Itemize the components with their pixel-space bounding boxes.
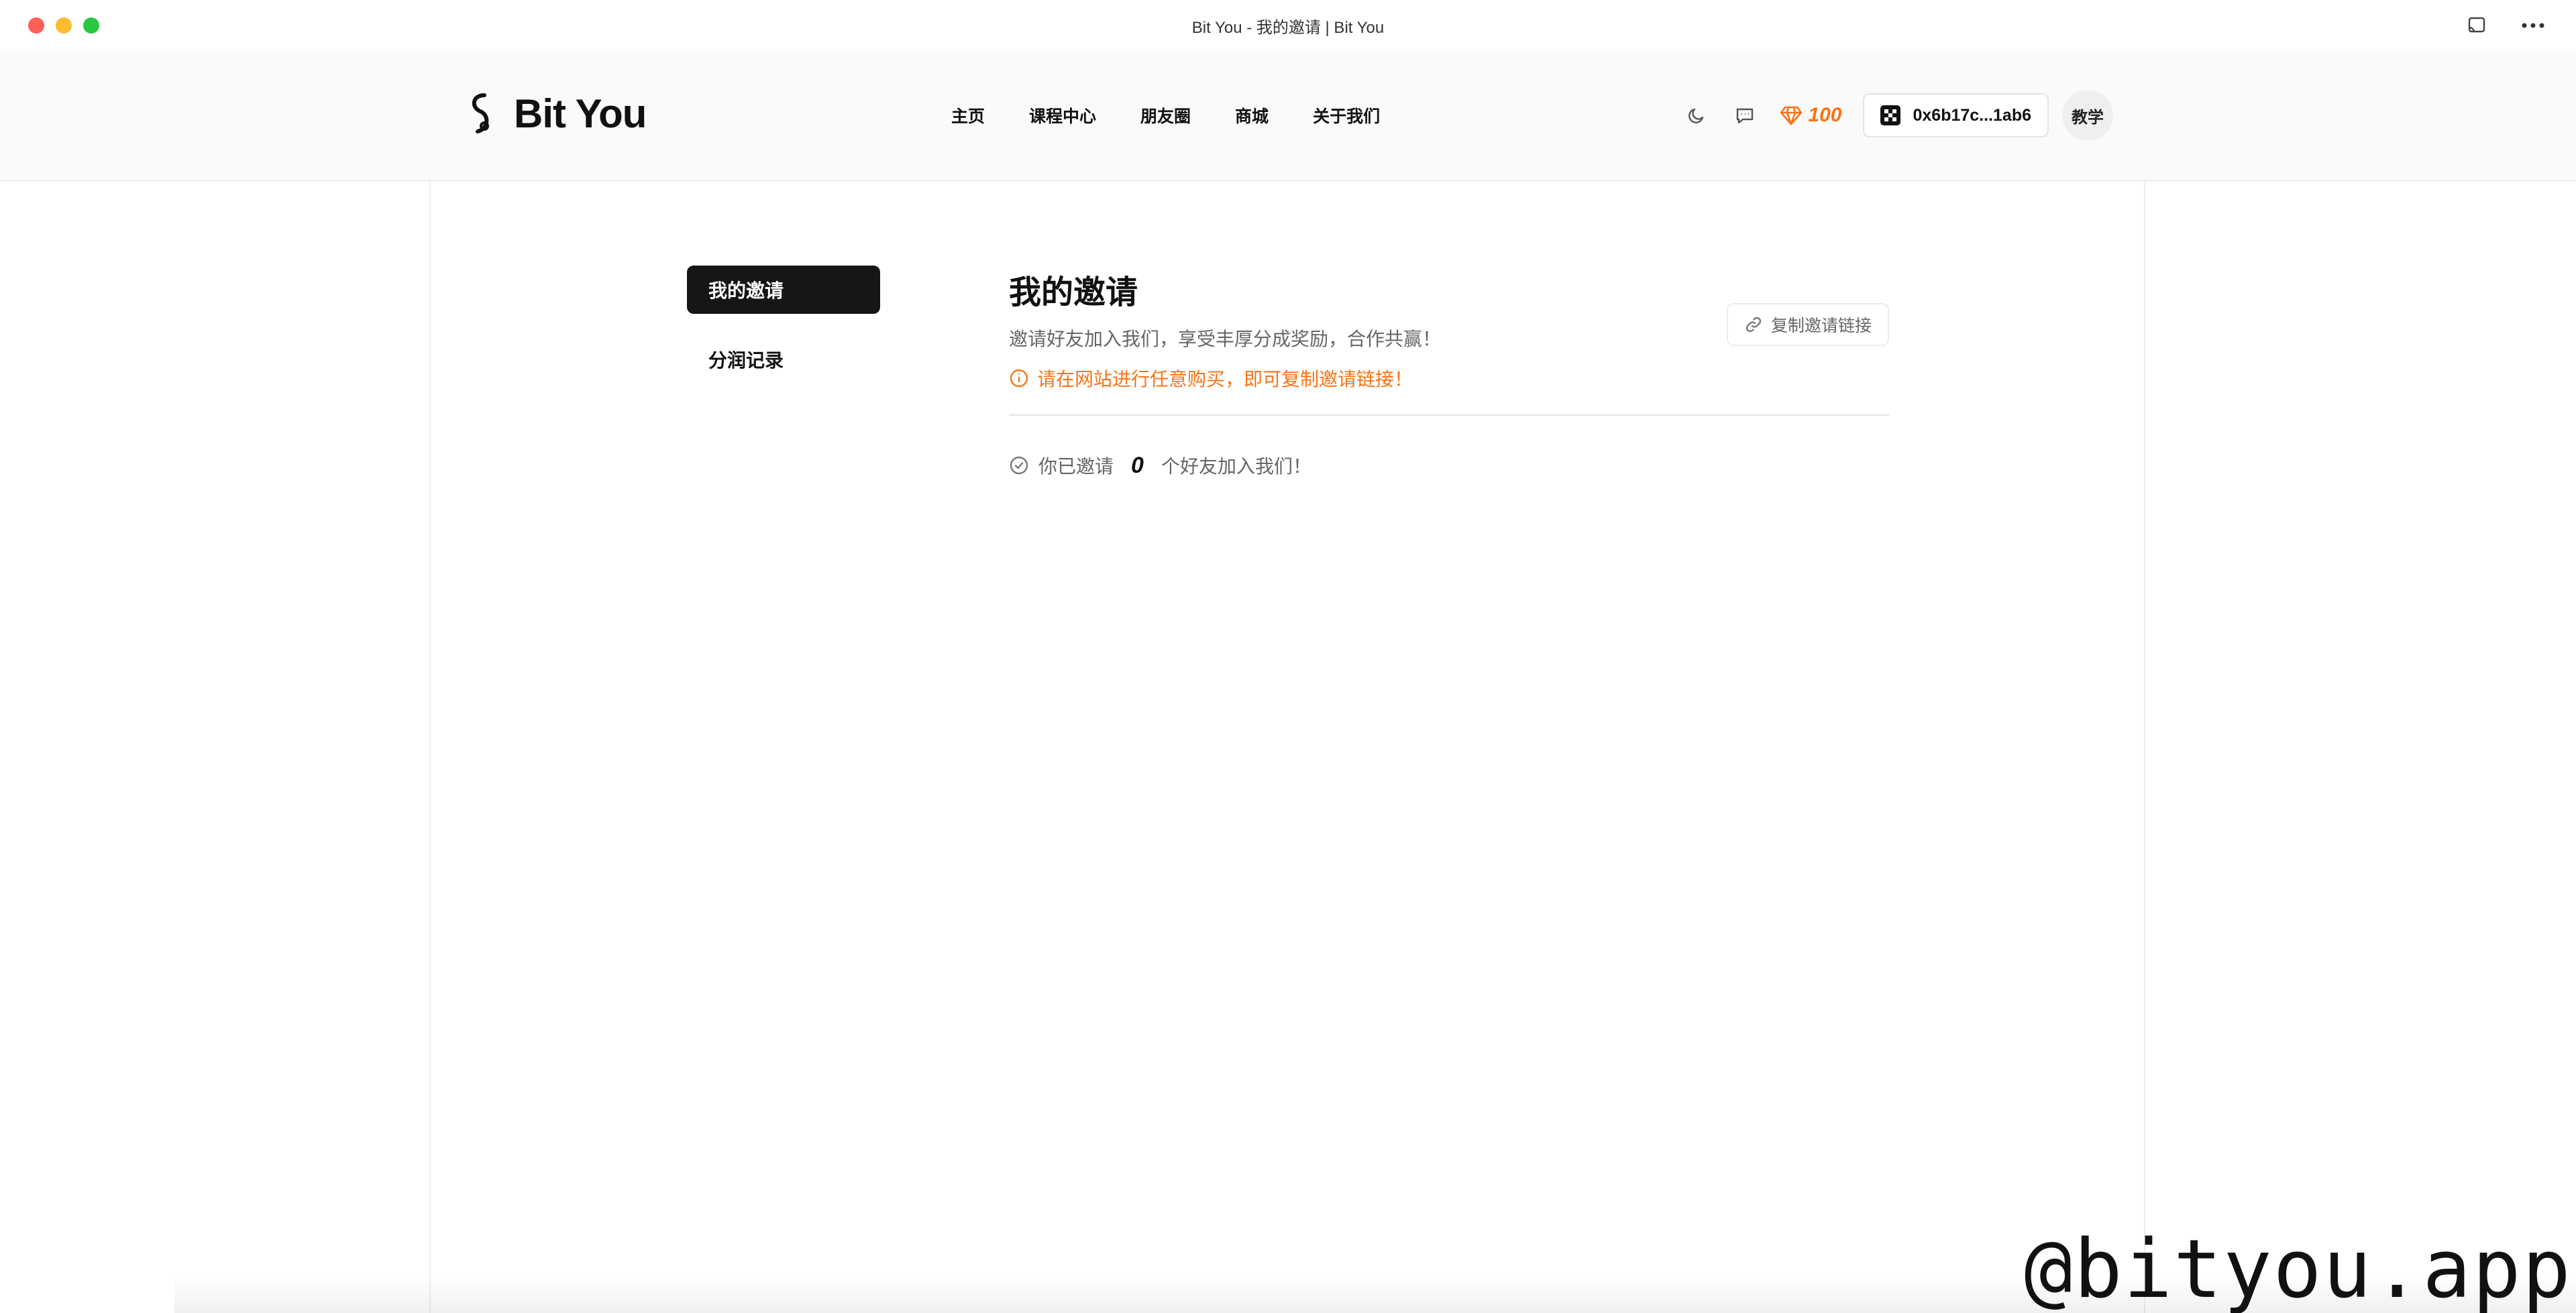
window-title: Bit You - 我的邀请 | Bit You	[1191, 18, 1385, 37]
minimize-window-button[interactable]	[56, 17, 72, 34]
sidebar-item-profit-records[interactable]: 分润记录	[687, 335, 880, 384]
invite-count-prefix: 你已邀请	[1038, 456, 1114, 477]
link-icon	[1746, 317, 1762, 333]
wallet-address: 0x6b17c...1ab6	[1913, 105, 2031, 125]
window-titlebar: Bit You - 我的邀请 | Bit You	[0, 0, 2576, 51]
invite-count-suffix: 个好友加入我们！	[1161, 456, 1311, 477]
more-options-icon[interactable]	[2521, 13, 2545, 38]
gem-count: 100	[1808, 104, 1842, 126]
content-border-left	[429, 181, 431, 1313]
site-header: Bit You 主页 课程中心 朋友圈 商城 关于我们 100 0x6b17c.…	[0, 51, 2576, 181]
header-actions: 100 0x6b17c...1ab6 教学	[1683, 90, 2113, 141]
copy-invite-link-label: 复制邀请链接	[1770, 317, 1872, 335]
main-content: 我的邀请 邀请好友加入我们，享受丰厚分成奖励，合作共赢！ 请在网站进行任意购买，…	[1009, 266, 1889, 478]
nav-shop[interactable]: 商城	[1235, 103, 1269, 127]
wallet-button[interactable]: 0x6b17c...1ab6	[1863, 93, 2049, 137]
gem-balance[interactable]: 100	[1780, 104, 1841, 127]
nav-about[interactable]: 关于我们	[1313, 103, 1380, 127]
message-icon[interactable]	[1731, 102, 1758, 129]
close-window-button[interactable]	[28, 17, 44, 34]
window-controls	[28, 17, 99, 34]
maximize-window-button[interactable]	[83, 17, 99, 34]
invite-count-value: 0	[1131, 452, 1144, 478]
info-icon	[1010, 369, 1028, 388]
gem-icon	[1780, 106, 1803, 125]
nav-home[interactable]: 主页	[951, 103, 985, 127]
check-circle-icon	[1010, 456, 1028, 475]
section-divider	[1009, 414, 1889, 416]
sidebar: 我的邀请 分润记录	[687, 266, 880, 405]
brand-name: Bit You	[514, 91, 647, 136]
nav-moments[interactable]: 朋友圈	[1140, 103, 1191, 127]
purchase-warning-text: 请在网站进行任意购买，即可复制邀请链接！	[1037, 369, 1413, 390]
content-border-right	[2144, 181, 2145, 1313]
wallet-logo-icon	[1880, 105, 1901, 125]
copy-invite-link-button[interactable]: 复制邀请链接	[1726, 303, 1889, 346]
main-nav: 主页 课程中心 朋友圈 商城 关于我们	[951, 103, 1424, 127]
nav-courses[interactable]: 课程中心	[1029, 103, 1096, 127]
sidebar-item-my-invites[interactable]: 我的邀请	[687, 266, 880, 314]
watermark: @bityou.app	[2024, 1223, 2572, 1313]
cast-icon[interactable]	[2465, 13, 2489, 38]
moon-icon[interactable]	[1683, 102, 1710, 129]
avatar[interactable]: 教学	[2062, 90, 2113, 141]
invite-count-summary: 你已邀请 0 个好友加入我们！	[1009, 452, 1311, 479]
brand-logo[interactable]: Bit You	[464, 90, 647, 137]
titlebar-actions	[2465, 13, 2545, 38]
brand-mark-icon	[472, 93, 489, 133]
purchase-warning: 请在网站进行任意购买，即可复制邀请链接！	[1009, 365, 1889, 392]
